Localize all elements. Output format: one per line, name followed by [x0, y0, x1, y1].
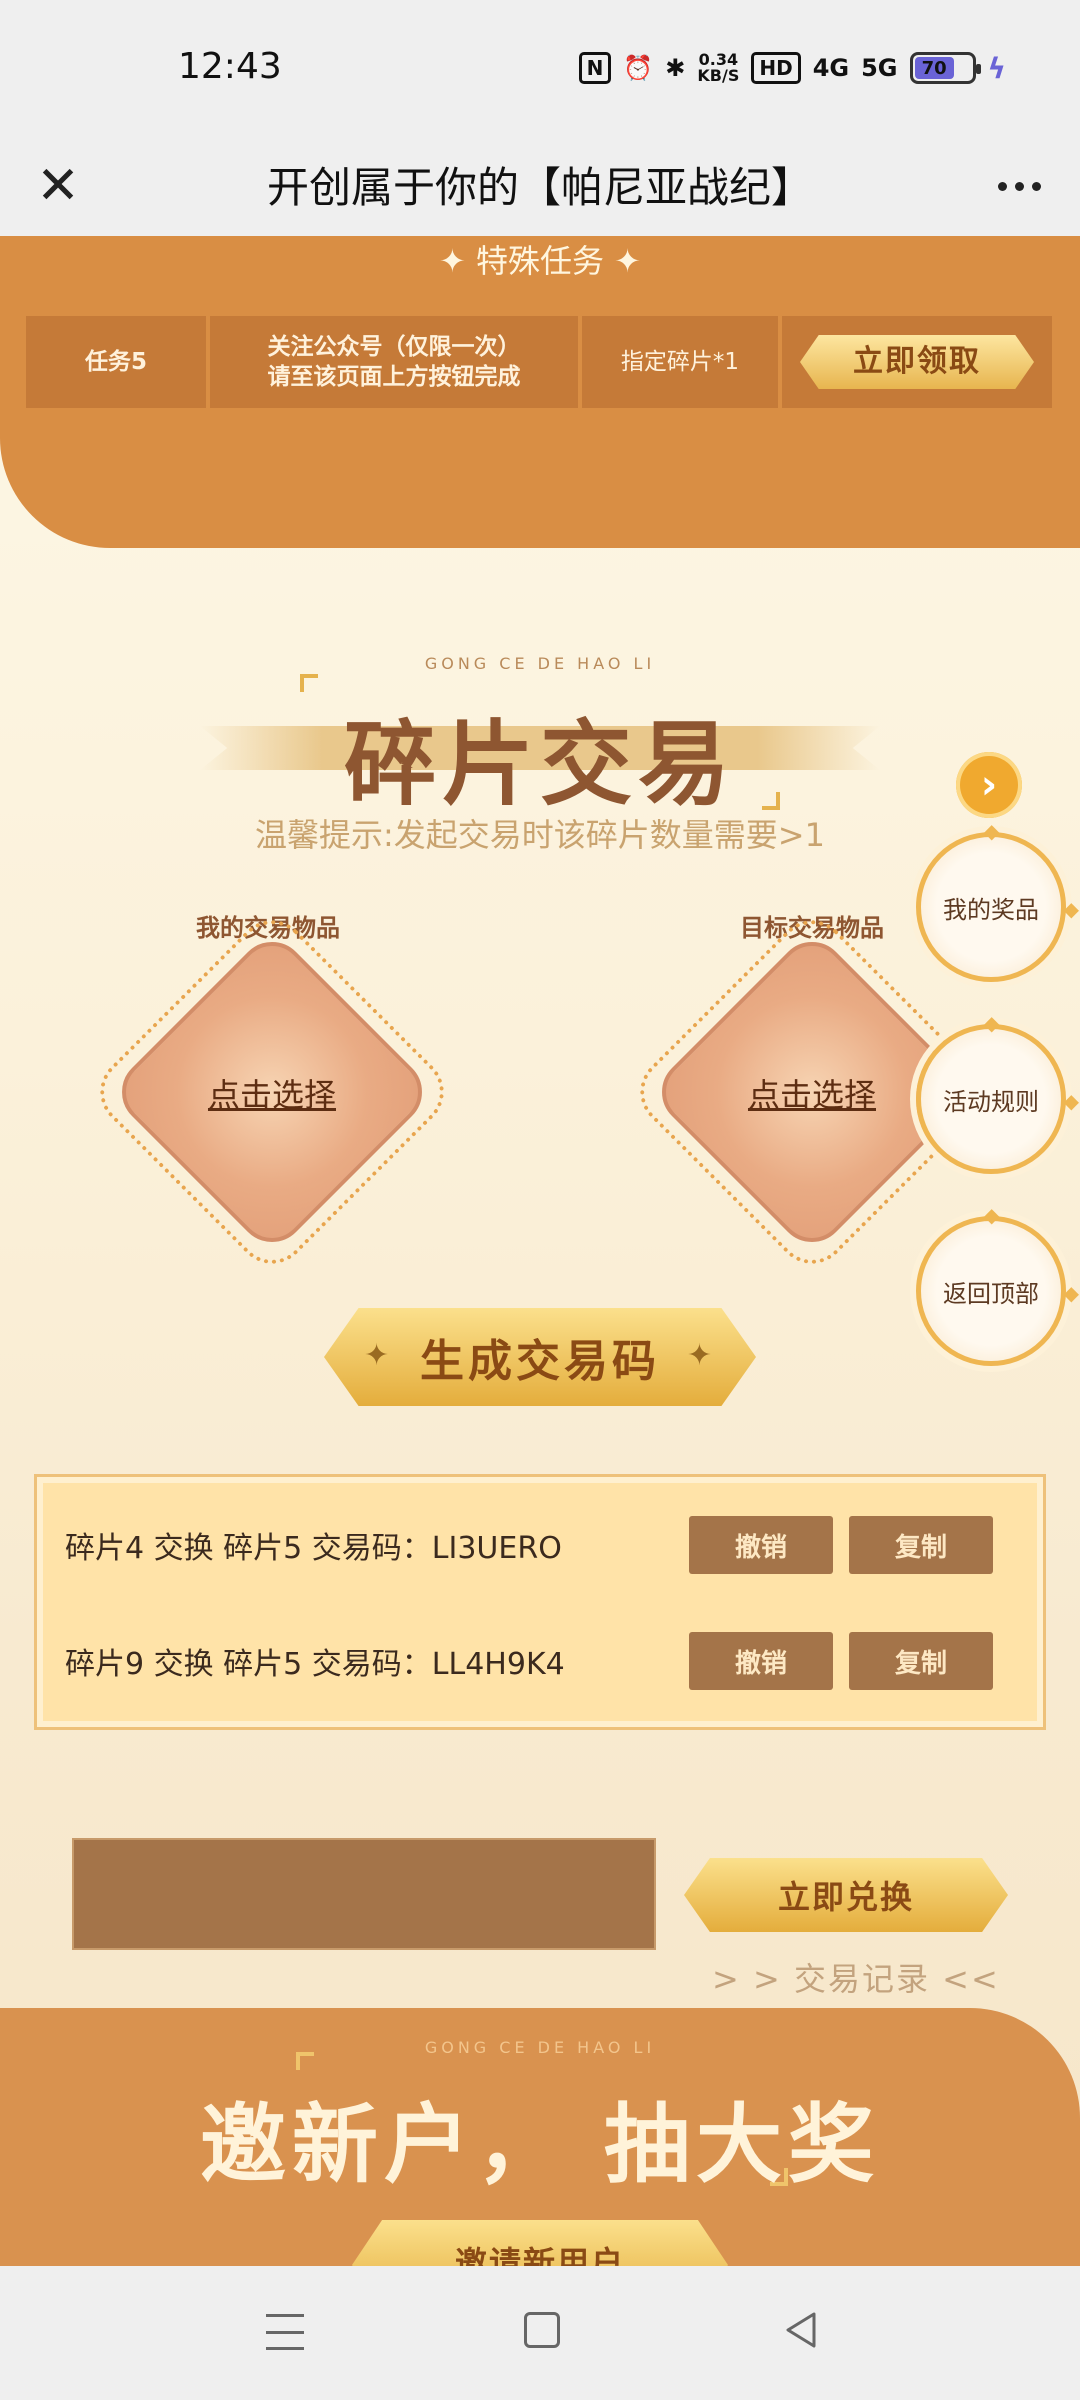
task-id: 任务5: [26, 316, 206, 408]
chevron-right-icon[interactable]: ›: [956, 752, 1022, 818]
star-icon: ✦: [686, 1338, 716, 1373]
network-speed-unit: KB/S: [697, 66, 740, 85]
task-description: 关注公众号（仅限一次） 请至该页面上方按钮完成: [210, 316, 578, 408]
status-bar: 12:43 N ⏰ ✱ 0.34 KB/S HD 4G 5G 70 ϟ: [0, 0, 1080, 140]
redeem-code-input[interactable]: [72, 1838, 656, 1950]
status-time: 12:43: [178, 46, 282, 87]
special-task-heading: ✦ 特殊任务 ✦: [439, 242, 641, 280]
lightning-icon: ϟ: [987, 51, 1006, 85]
battery-icon: 70: [909, 52, 981, 84]
alarm-icon: ⏰: [623, 54, 654, 82]
trade-code-row: 碎片4 交换 碎片5 交易码：LI3UERO 撤销 复制: [65, 1515, 993, 1575]
claim-button[interactable]: 立即领取: [800, 335, 1034, 389]
signal-5g-icon: 5G: [861, 54, 898, 82]
hd-icon: HD: [751, 52, 801, 84]
trade-code-text: 碎片9 交换 碎片5 交易码：LL4H9K4: [65, 1647, 565, 1682]
title-bar: ✕ 开创属于你的【帕尼亚战纪】: [0, 140, 1080, 236]
trade-title: 碎片交易: [343, 711, 736, 818]
copy-button[interactable]: 复制: [849, 1516, 993, 1574]
battery-level: 70: [914, 57, 954, 79]
target-item-select[interactable]: 点击选择: [672, 1070, 952, 1116]
generate-code-label: 生成交易码: [420, 1336, 660, 1387]
invite-section: GONG CE DE HAO LI 邀新户， 抽大奖 邀请新用户: [0, 2008, 1080, 2266]
bluetooth-icon: ✱: [665, 54, 686, 82]
my-item-slot[interactable]: 点击选择: [85, 905, 459, 1279]
battery-cap: [975, 64, 981, 74]
menu-icon[interactable]: [266, 2314, 304, 2350]
invite-button[interactable]: 邀请新用户: [352, 2220, 728, 2266]
nfc-icon: N: [578, 52, 612, 84]
trade-hint: 温馨提示:发起交易时该碎片数量需要>1: [255, 816, 825, 854]
trade-title-wrap: 碎片交易: [200, 674, 880, 818]
close-icon[interactable]: ✕: [28, 156, 88, 216]
invite-title: 邀新户， 抽大奖: [200, 2095, 880, 2195]
my-item-select[interactable]: 点击选择: [132, 1070, 412, 1116]
task-claim-cell: 立即领取: [782, 316, 1052, 408]
special-task-section: ✦ 特殊任务 ✦ 任务5 关注公众号（仅限一次） 请至该页面上方按钮完成 指定碎…: [0, 236, 1080, 548]
star-icon: ✦: [364, 1338, 394, 1373]
cancel-button[interactable]: 撤销: [689, 1516, 833, 1574]
corner-decoration: [296, 2052, 314, 2070]
content[interactable]: ✦ 特殊任务 ✦ 任务5 关注公众号（仅限一次） 请至该页面上方按钮完成 指定碎…: [0, 236, 1080, 2266]
invite-subtitle: GONG CE DE HAO LI: [424, 2038, 656, 2057]
network-speed: 0.34 KB/S: [697, 52, 739, 84]
navigation-bar: [0, 2266, 1080, 2400]
back-to-top-button[interactable]: 返回顶部: [916, 1203, 1079, 1366]
signal-4g-icon: 4G: [812, 54, 850, 82]
rules-button[interactable]: 活动规则: [916, 1011, 1079, 1174]
my-prizes-button[interactable]: 我的奖品: [916, 819, 1079, 982]
trade-code-row: 碎片9 交换 碎片5 交易码：LL4H9K4 撤销 复制: [65, 1631, 993, 1691]
redeem-button[interactable]: 立即兑换: [684, 1858, 1008, 1932]
trade-log-link[interactable]: > > 交易记录 <<: [712, 1954, 1000, 2000]
status-icons: N ⏰ ✱ 0.34 KB/S HD 4G 5G 70 ϟ: [578, 46, 1006, 90]
more-icon[interactable]: [986, 156, 1052, 216]
task-description-line1: 关注公众号（仅限一次）: [267, 334, 521, 360]
trade-code-list: 碎片4 交换 碎片5 交易码：LI3UERO 撤销 复制 碎片9 交换 碎片5 …: [34, 1474, 1046, 1730]
task-row: 任务5 关注公众号（仅限一次） 请至该页面上方按钮完成 指定碎片*1 立即领取: [26, 316, 1056, 408]
task-description-line2: 请至该页面上方按钮完成: [267, 364, 521, 390]
generate-code-button[interactable]: ✦ 生成交易码 ✦: [324, 1308, 756, 1406]
target-item-slot[interactable]: 点击选择: [625, 905, 999, 1279]
trade-code-text: 碎片4 交换 碎片5 交易码：LI3UERO: [65, 1531, 562, 1566]
page-title: 开创属于你的【帕尼亚战纪】: [266, 163, 813, 212]
cancel-button[interactable]: 撤销: [689, 1632, 833, 1690]
home-icon[interactable]: [524, 2312, 560, 2348]
task-reward: 指定碎片*1: [582, 316, 778, 408]
back-icon[interactable]: [782, 2310, 818, 2350]
trade-subtitle: GONG CE DE HAO LI: [424, 654, 656, 673]
copy-button[interactable]: 复制: [849, 1632, 993, 1690]
